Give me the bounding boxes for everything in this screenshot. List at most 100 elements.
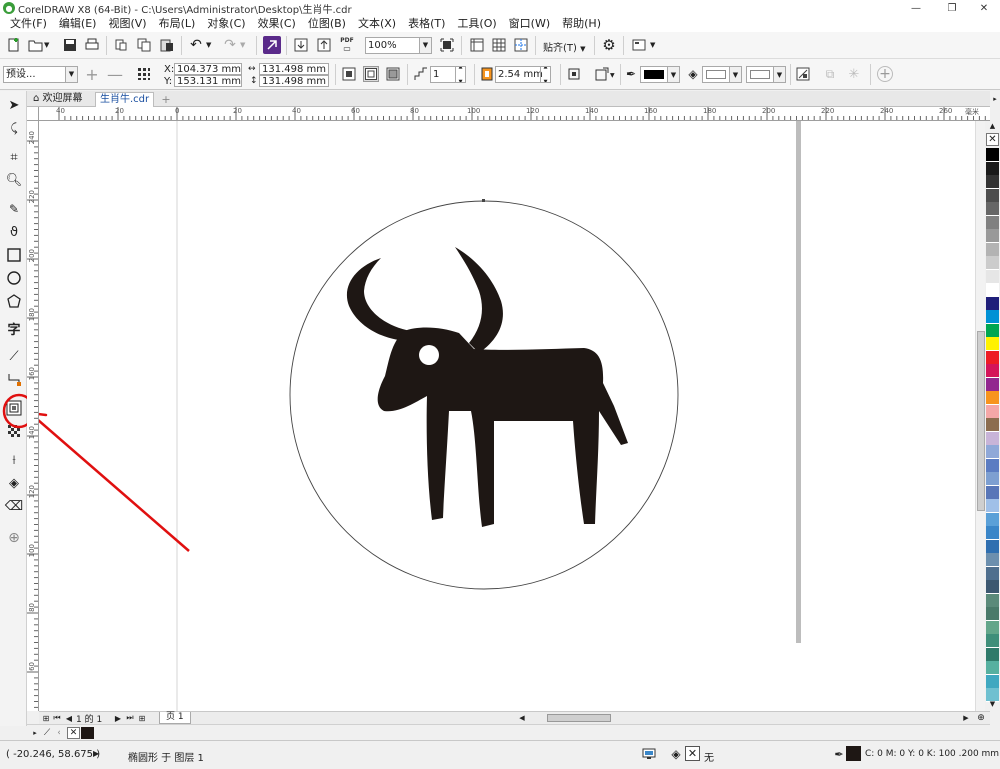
color-proofing-icon[interactable] (641, 747, 657, 761)
contour-steps-icon[interactable] (413, 66, 429, 82)
last-page-icon[interactable]: ⏭ (125, 713, 135, 723)
palette-swatch[interactable] (986, 620, 999, 635)
palette-swatch[interactable] (986, 539, 999, 554)
x-position-field[interactable]: 104.373 mm (174, 63, 242, 75)
palette-swatch[interactable] (986, 485, 999, 500)
palette-swatch[interactable] (986, 553, 999, 567)
connector-tool-icon[interactable] (4, 369, 24, 389)
print-icon[interactable] (83, 36, 101, 54)
palette-swatch[interactable] (986, 269, 999, 284)
palette-swatch[interactable] (986, 337, 999, 351)
shape-tool-icon[interactable]: ⤹ (4, 118, 24, 138)
drawing-canvas[interactable] (39, 121, 990, 711)
palette-swatch[interactable] (986, 229, 999, 243)
menu-window[interactable]: 窗口(W) (503, 16, 556, 32)
new-tab-icon[interactable]: + (160, 93, 172, 106)
show-guidelines-icon[interactable] (512, 36, 530, 54)
object-origin-icon[interactable] (136, 66, 152, 82)
interactive-fill-tool-icon[interactable]: ◈ (4, 473, 24, 493)
search-content-icon[interactable] (263, 36, 281, 54)
palette-swatch[interactable] (986, 445, 999, 459)
palette-swatch[interactable] (986, 512, 999, 527)
more-icon[interactable]: ‹ (54, 728, 64, 738)
palette-swatch[interactable] (986, 296, 999, 311)
palette-swatch[interactable] (986, 458, 999, 473)
save-icon[interactable] (61, 36, 79, 54)
publish-pdf-icon[interactable]: PDF ▭ (338, 37, 356, 53)
snap-to-menu[interactable]: 贴齐(T) ▼ (543, 39, 586, 54)
palette-swatch[interactable] (986, 188, 999, 203)
eyedropper-icon[interactable]: ⟋ (42, 728, 52, 738)
palette-swatch[interactable] (986, 418, 999, 432)
coords-more-icon[interactable]: ▶ (93, 749, 99, 758)
polygon-tool-icon[interactable] (4, 291, 24, 311)
corner-type-icon[interactable] (566, 66, 582, 82)
status-fill-swatch[interactable]: ✕ (685, 746, 700, 761)
menu-file[interactable]: 文件(F) (4, 16, 53, 32)
document-palette-menu-icon[interactable]: ▸ (31, 728, 39, 738)
palette-swatch[interactable] (986, 580, 999, 594)
add-page-before-icon[interactable]: ⊞ (41, 713, 51, 723)
palette-swatch[interactable] (986, 283, 999, 297)
paste-icon[interactable] (158, 36, 176, 54)
palette-swatch[interactable] (986, 242, 999, 257)
text-tool-icon[interactable]: 字 (4, 318, 24, 338)
open-folder-icon[interactable] (27, 36, 45, 54)
chevron-down-icon[interactable]: ▼ (729, 67, 741, 82)
status-outline-swatch[interactable] (846, 746, 861, 761)
palette-swatch[interactable] (986, 431, 999, 446)
page-tab[interactable]: 页 1 (159, 712, 191, 724)
palette-swatch[interactable] (986, 647, 999, 662)
palette-swatch[interactable] (986, 472, 999, 486)
menu-bitmaps[interactable]: 位图(B) (302, 16, 352, 32)
show-rulers-icon[interactable] (468, 36, 486, 54)
menu-table[interactable]: 表格(T) (402, 16, 451, 32)
palette-swatch[interactable] (986, 674, 999, 689)
navigator-zoom-icon[interactable]: ⊕ (975, 712, 987, 724)
palette-swatch[interactable] (986, 607, 999, 621)
y-position-field[interactable]: 153.131 mm (174, 75, 242, 87)
palette-scroll-up-icon[interactable]: ▲ (986, 121, 999, 130)
contour-center-icon[interactable] (341, 66, 357, 82)
palette-swatch[interactable] (986, 526, 999, 540)
palette-swatch[interactable] (986, 310, 999, 324)
menu-tools[interactable]: 工具(O) (451, 16, 502, 32)
previous-page-icon[interactable]: ◀ (64, 713, 74, 723)
menu-layout[interactable]: 布局(L) (153, 16, 202, 32)
menu-view[interactable]: 视图(V) (102, 16, 152, 32)
palette-swatch[interactable] (986, 391, 999, 405)
horizontal-ruler[interactable]: 40 20 0 20 40 60 80 100 120 140 160 180 … (39, 107, 990, 121)
width-field[interactable]: 131.498 mm (259, 63, 329, 75)
menu-help[interactable]: 帮助(H) (556, 16, 607, 32)
transparency-tool-icon[interactable] (4, 421, 24, 441)
copy-contour-icon[interactable]: ⧉ (822, 66, 838, 82)
import-icon[interactable] (292, 36, 310, 54)
palette-swatch[interactable] (986, 350, 999, 365)
palette-swatch[interactable] (986, 215, 999, 230)
menu-object[interactable]: 对象(C) (201, 16, 251, 32)
vertical-ruler[interactable]: 240 220 200 180 160 140 120 100 80 60 (27, 121, 39, 711)
palette-swatch[interactable] (986, 377, 999, 392)
close-button[interactable]: ✕ (972, 0, 996, 16)
palette-expand-icon[interactable]: ▸ (990, 95, 1000, 103)
menu-text[interactable]: 文本(X) (352, 16, 402, 32)
contour-color-direction-icon[interactable] (594, 66, 610, 82)
zoom-level-select[interactable]: 100% ▼ (365, 37, 432, 54)
chevron-down-icon[interactable]: ▼ (610, 72, 615, 79)
palette-swatch[interactable] (986, 323, 999, 338)
parallel-dimension-tool-icon[interactable]: ⟋ (4, 346, 24, 366)
ox-silhouette[interactable] (346, 247, 628, 527)
undo-dropdown-icon[interactable]: ▼ (206, 41, 211, 49)
add-page-after-icon[interactable]: ⊞ (137, 713, 147, 723)
contour-outside-icon[interactable] (385, 66, 401, 82)
tab-welcome-screen[interactable]: ⌂ 欢迎屏幕 (29, 92, 87, 107)
copy-icon[interactable] (135, 36, 153, 54)
cut-icon[interactable] (112, 36, 130, 54)
height-field[interactable]: 131.498 mm (259, 75, 329, 87)
palette-swatch[interactable] (986, 161, 999, 176)
accel-color-picker[interactable]: ▼ (746, 66, 786, 83)
quick-customize-icon[interactable]: + (877, 66, 893, 82)
ruler-corner[interactable] (27, 107, 39, 121)
open-dropdown-icon[interactable]: ▼ (44, 41, 49, 49)
palette-swatch[interactable] (986, 364, 999, 378)
